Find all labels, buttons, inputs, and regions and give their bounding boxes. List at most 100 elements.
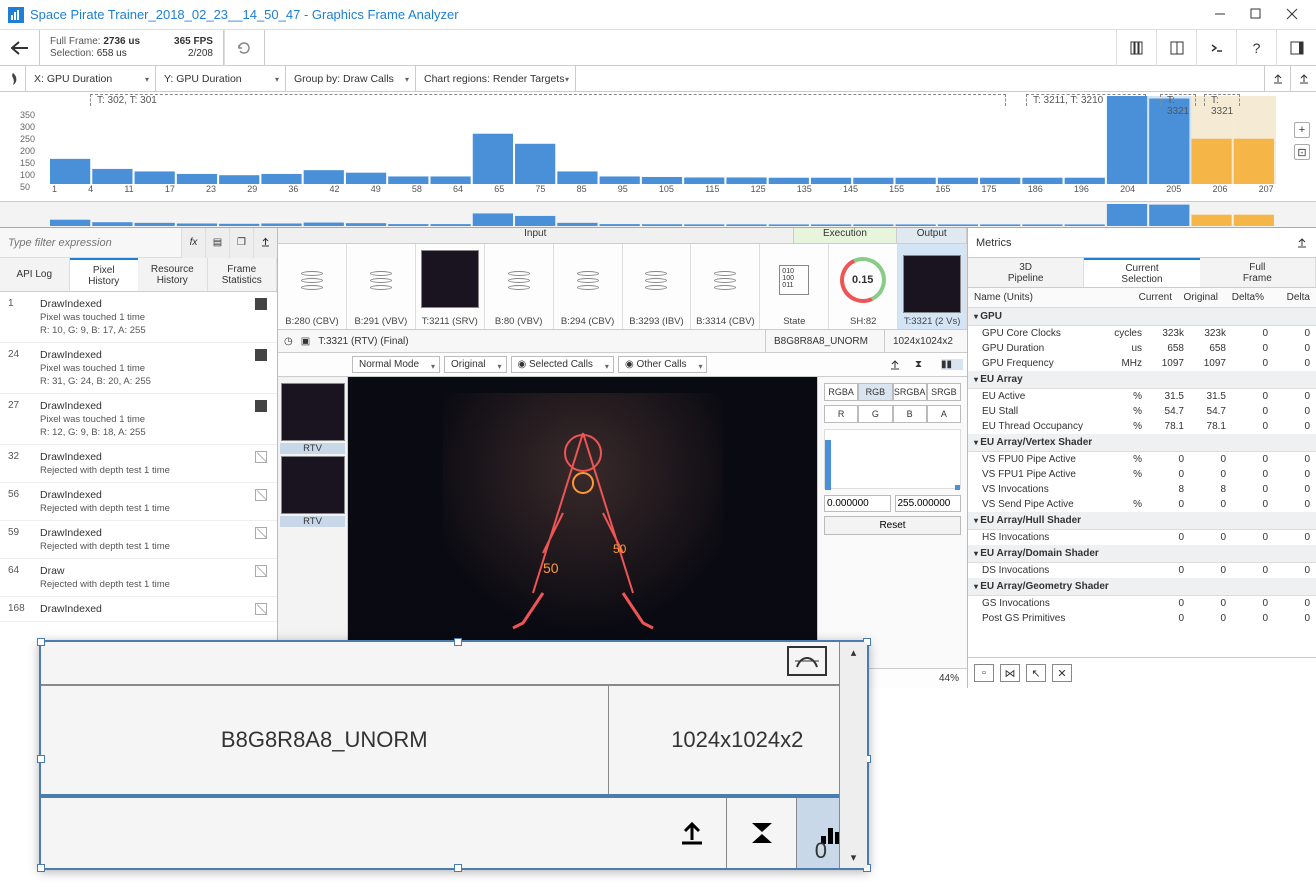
channel-b[interactable]: B xyxy=(893,405,927,423)
reset-button[interactable]: Reset xyxy=(824,516,961,535)
history-item[interactable]: 1DrawIndexedPixel was touched 1 timeR: 1… xyxy=(0,292,277,343)
export-filter-button[interactable] xyxy=(253,228,277,258)
tab-pixel-history[interactable]: Pixel History xyxy=(70,258,139,291)
console-button[interactable] xyxy=(1196,30,1236,66)
history-item[interactable]: 56DrawIndexedRejected with depth test 1 … xyxy=(0,483,277,521)
render-viewport[interactable]: 50 50 xyxy=(348,377,817,668)
history-item[interactable]: 168DrawIndexed xyxy=(0,597,277,622)
zoom-export-icon[interactable] xyxy=(657,798,727,868)
zoom-inspector[interactable]: B8G8R8A8_UNORM 1024x1024x2 ▴ ▾ 0 xyxy=(39,640,869,870)
group-by-select[interactable]: Group by: Draw Calls xyxy=(286,66,416,91)
other-calls-select[interactable]: ◉ Other Calls xyxy=(618,356,708,373)
selected-calls-select[interactable]: ◉ Selected Calls xyxy=(511,356,614,373)
tab-api-log[interactable]: API Log xyxy=(0,258,70,291)
flip-button[interactable]: ⧗ xyxy=(915,359,937,370)
flame-icon[interactable] xyxy=(0,66,26,92)
metrics-table[interactable]: Name (Units)CurrentOriginalDelta%DeltaGP… xyxy=(968,288,1316,657)
pixel-history-list[interactable]: 1DrawIndexedPixel was touched 1 timeR: 1… xyxy=(0,292,277,688)
history-item[interactable]: 64DrawRejected with depth test 1 time xyxy=(0,559,277,597)
main-toolbar: Full Frame: 2736 us Selection: 658 us 36… xyxy=(0,30,1316,66)
panel-button[interactable] xyxy=(1276,30,1316,66)
overview-bar[interactable] xyxy=(0,202,1316,228)
maximize-button[interactable] xyxy=(1250,8,1264,22)
fx-button[interactable]: fx xyxy=(181,228,205,258)
channel-srgb[interactable]: SRGB xyxy=(927,383,961,401)
chart-bars[interactable] xyxy=(50,96,1276,184)
rtv-thumbnail[interactable] xyxy=(281,383,345,441)
viewer-controls: Normal Mode Original ◉ Selected Calls ◉ … xyxy=(278,353,967,377)
range-max-input[interactable] xyxy=(895,495,962,512)
range-min-input[interactable] xyxy=(824,495,891,512)
mode-select[interactable]: Normal Mode xyxy=(352,356,440,373)
history-item[interactable]: 24DrawIndexedPixel was touched 1 timeR: … xyxy=(0,343,277,394)
chart-regions-select[interactable]: Chart regions: Render Targets xyxy=(416,66,576,91)
resource-thumb[interactable]: B:280 (CBV) xyxy=(278,244,347,329)
metrics-tabs: 3D PipelineCurrent SelectionFull Frame xyxy=(968,258,1316,288)
clear-button[interactable]: ✕ xyxy=(1052,664,1072,682)
share-chart-button[interactable] xyxy=(1290,66,1316,92)
chart-button[interactable]: ⋈ xyxy=(1000,664,1020,682)
resource-thumb[interactable]: B:80 (VBV) xyxy=(485,244,554,329)
zoom-scrollbar[interactable]: ▴ ▾ xyxy=(839,642,867,868)
tab-resource-history[interactable]: Resource History xyxy=(138,258,208,291)
filter-input[interactable] xyxy=(0,237,181,249)
metrics-panel: Metrics 3D PipelineCurrent SelectionFull… xyxy=(968,228,1316,688)
metric-group[interactable]: EU Array/Domain Shader xyxy=(968,545,1316,563)
help-button[interactable]: ? xyxy=(1236,30,1276,66)
channel-rgba[interactable]: RGBA xyxy=(824,383,858,401)
channel-g[interactable]: G xyxy=(858,405,892,423)
resource-thumbnails: B:280 (CBV)B:291 (VBV)T:3211 (SRV)B:80 (… xyxy=(278,244,967,329)
minimize-button[interactable] xyxy=(1214,8,1228,22)
metric-group[interactable]: EU Array/Geometry Shader xyxy=(968,578,1316,596)
tab-frame-statistics[interactable]: Frame Statistics xyxy=(208,258,278,291)
list-button[interactable]: ▤ xyxy=(205,228,229,258)
zoom-in-button[interactable]: + xyxy=(1294,122,1310,138)
arrow-button[interactable]: ↖ xyxy=(1026,664,1046,682)
metric-group[interactable]: EU Array/Hull Shader xyxy=(968,512,1316,530)
layout-button-2[interactable] xyxy=(1156,30,1196,66)
resource-thumb[interactable]: T:3211 (SRV) xyxy=(416,244,485,329)
metric-group[interactable]: EU Array/Vertex Shader xyxy=(968,434,1316,452)
metric-row: GS Invocations0000 xyxy=(968,596,1316,611)
pin-button[interactable]: ▫ xyxy=(974,664,994,682)
rtv-label: T:3321 (RTV) (Final) xyxy=(318,336,408,347)
resource-thumb[interactable]: B:3293 (IBV) xyxy=(623,244,692,329)
chart-annotation: T: 302, T: 301 xyxy=(90,94,1006,106)
close-button[interactable] xyxy=(1286,8,1300,22)
resource-thumb[interactable]: 010100011State xyxy=(760,244,829,329)
rtv-thumbnail[interactable] xyxy=(281,456,345,514)
execution-gauge[interactable]: 0.15SH:82 xyxy=(829,244,898,329)
resource-thumb[interactable]: B:3314 (CBV) xyxy=(691,244,760,329)
pipe-tab[interactable]: Current Selection xyxy=(1084,258,1199,287)
back-button[interactable] xyxy=(0,30,40,66)
y-axis-select[interactable]: Y: GPU Duration xyxy=(156,66,286,91)
channel-rgb[interactable]: RGB xyxy=(858,383,892,401)
export-image-button[interactable] xyxy=(889,359,911,371)
bar-chart[interactable]: 35030025020015010050 T: 302, T: 301 T: 3… xyxy=(0,92,1316,202)
pipe-tab[interactable]: 3D Pipeline xyxy=(968,258,1084,287)
history-item[interactable]: 59DrawIndexedRejected with depth test 1 … xyxy=(0,521,277,559)
copy-button[interactable]: ❐ xyxy=(229,228,253,258)
metric-group[interactable]: EU Array xyxy=(968,371,1316,389)
channel-srgba[interactable]: SRGBA xyxy=(893,383,927,401)
metric-row: HS Invocations0000 xyxy=(968,530,1316,545)
pipe-tab[interactable]: Full Frame xyxy=(1200,258,1316,287)
history-item[interactable]: 27DrawIndexedPixel was touched 1 timeR: … xyxy=(0,394,277,445)
original-select[interactable]: Original xyxy=(444,356,506,373)
export-chart-button[interactable] xyxy=(1264,66,1290,92)
layout-button-1[interactable] xyxy=(1116,30,1156,66)
channel-r[interactable]: R xyxy=(824,405,858,423)
refresh-button[interactable] xyxy=(224,30,264,66)
zoom-flip-icon[interactable] xyxy=(727,798,797,868)
metric-group[interactable]: GPU xyxy=(968,308,1316,326)
export-metrics-button[interactable] xyxy=(1296,237,1308,249)
zoom-fit-button[interactable]: ⊡ xyxy=(1294,144,1310,160)
output-thumb[interactable]: T:3321 (2 Vs) xyxy=(898,244,967,329)
resource-thumb[interactable]: B:291 (VBV) xyxy=(347,244,416,329)
resource-thumb[interactable]: B:294 (CBV) xyxy=(554,244,623,329)
x-axis-select[interactable]: X: GPU Duration xyxy=(26,66,156,91)
history-item[interactable]: 32DrawIndexedRejected with depth test 1 … xyxy=(0,445,277,483)
histogram-button[interactable]: ▮▮ xyxy=(941,359,963,370)
channel-a[interactable]: A xyxy=(927,405,961,423)
metric-row: EU Thread Occupancy%78.178.100 xyxy=(968,419,1316,434)
